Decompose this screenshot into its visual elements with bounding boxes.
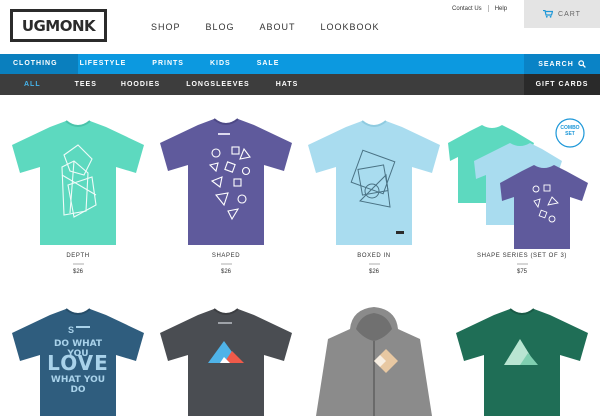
subcategory-hoodies[interactable]: HOODIES bbox=[109, 74, 176, 95]
category-prints[interactable]: PRINTS bbox=[152, 54, 210, 74]
help-link[interactable]: Help bbox=[495, 6, 507, 12]
category-kids[interactable]: KIDS bbox=[210, 54, 257, 74]
nav-about[interactable]: ABOUT bbox=[260, 22, 296, 32]
tshirt-image bbox=[308, 120, 440, 245]
product-card-mountain-green[interactable] bbox=[448, 305, 596, 416]
product-divider bbox=[72, 263, 84, 265]
subcategory-all[interactable]: ALL bbox=[0, 74, 58, 95]
product-card-shape-series[interactable]: COMBO SET SHAPE SERIES (SET OF 3) $75 bbox=[448, 115, 596, 275]
product-name: SHAPE SERIES (SET OF 3) bbox=[476, 253, 568, 259]
product-card-mountain-gray[interactable] bbox=[152, 305, 300, 416]
gift-cards-label: GIFT CARDS bbox=[535, 81, 589, 88]
subcategory-tees[interactable]: TEES bbox=[58, 74, 109, 95]
main-nav: SHOP BLOG ABOUT LOOKBOOK bbox=[151, 22, 405, 32]
tshirt-image bbox=[456, 308, 588, 416]
graphic-text-line-3: WHAT YOU DO bbox=[50, 375, 106, 395]
product-name: DEPTH bbox=[66, 253, 90, 259]
product-price: $26 bbox=[220, 269, 231, 275]
nav-shop[interactable]: SHOP bbox=[151, 22, 181, 32]
nav-lookbook[interactable]: LOOKBOOK bbox=[321, 22, 380, 32]
graphic-text-line-2: LOVE bbox=[47, 351, 109, 375]
search-label: SEARCH bbox=[538, 60, 574, 68]
product-grid: DEPTH $26 SHAPED $26 BOXED IN $26 COMBO … bbox=[0, 95, 600, 416]
product-name: BOXED IN bbox=[357, 253, 391, 259]
subcategory-nav: ALL TEES HOODIES LONGSLEEVES HATS GIFT C… bbox=[0, 74, 600, 95]
ugmonk-logo[interactable]: UGMONK bbox=[10, 9, 107, 42]
product-price: $75 bbox=[516, 269, 527, 275]
category-sale[interactable]: SALE bbox=[257, 54, 293, 74]
product-divider bbox=[516, 263, 528, 265]
tshirt-image bbox=[160, 308, 292, 416]
combo-set-badge: COMBO SET bbox=[560, 125, 580, 137]
cart-label: CART bbox=[558, 10, 581, 18]
product-price: $26 bbox=[72, 269, 83, 275]
product-card-shaped[interactable]: SHAPED $26 bbox=[152, 115, 300, 275]
gift-cards-button[interactable]: GIFT CARDS bbox=[524, 74, 600, 95]
product-divider bbox=[368, 263, 380, 265]
tshirt-image bbox=[12, 120, 144, 245]
top-links: Contact Us Help bbox=[452, 5, 507, 12]
product-divider bbox=[220, 263, 232, 265]
hoodie-image bbox=[316, 307, 432, 416]
search-button[interactable]: SEARCH bbox=[524, 54, 600, 74]
link-divider bbox=[487, 5, 489, 12]
contact-us-link[interactable]: Contact Us bbox=[452, 6, 482, 12]
tshirt-image bbox=[160, 118, 292, 245]
product-card-boxed-in[interactable]: BOXED IN $26 bbox=[300, 115, 448, 275]
search-icon bbox=[578, 60, 586, 68]
product-card-love[interactable]: S DO WHAT YOU LOVE WHAT YOU DO bbox=[4, 305, 152, 416]
product-card-hoodie[interactable] bbox=[300, 305, 448, 416]
subcategory-hats[interactable]: HATS bbox=[266, 74, 312, 95]
product-price: $26 bbox=[368, 269, 379, 275]
product-name: SHAPED bbox=[211, 253, 241, 259]
site-header: UGMONK SHOP BLOG ABOUT LOOKBOOK Contact … bbox=[0, 0, 600, 54]
logo-text: UGMONK bbox=[21, 16, 96, 35]
cart-icon bbox=[543, 10, 554, 18]
nav-blog[interactable]: BLOG bbox=[206, 22, 235, 32]
product-card-depth[interactable]: DEPTH $26 bbox=[4, 115, 152, 275]
category-lifestyle[interactable]: LIFESTYLE bbox=[78, 54, 153, 74]
svg-text:S: S bbox=[68, 325, 74, 335]
category-nav: CLOTHING LIFESTYLE PRINTS KIDS SALE SEAR… bbox=[0, 54, 600, 74]
cart-button[interactable]: CART bbox=[524, 0, 600, 28]
subcategory-longsleeves[interactable]: LONGSLEEVES bbox=[176, 74, 266, 95]
category-clothing[interactable]: CLOTHING bbox=[0, 54, 78, 74]
